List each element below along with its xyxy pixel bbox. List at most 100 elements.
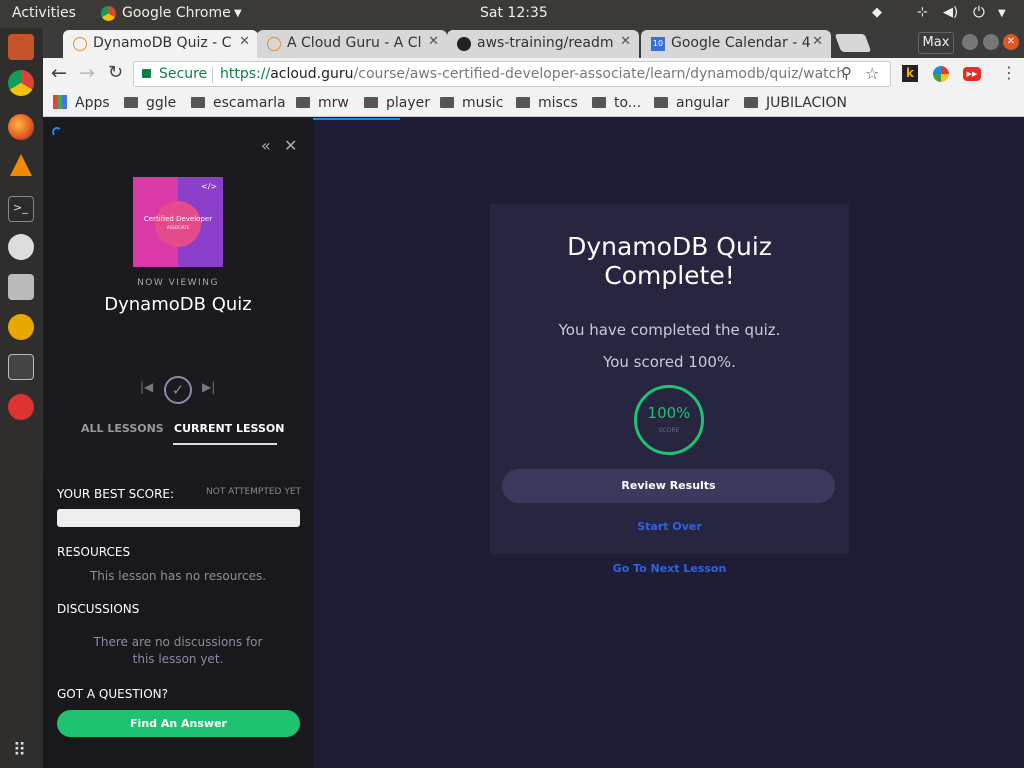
- terminal-icon[interactable]: >_: [8, 196, 34, 222]
- back-icon[interactable]: ←: [51, 62, 67, 84]
- close-window-icon[interactable]: ✕: [1003, 34, 1019, 50]
- address-bar[interactable]: Secure https://acloud.guru/course/aws-ce…: [133, 61, 891, 87]
- clock[interactable]: Sat 12:35: [480, 5, 548, 21]
- tab-aws-training[interactable]: aws-training/readm ✕: [447, 30, 639, 58]
- quiz-title-line2: Complete!: [604, 261, 735, 290]
- bookmark-folder[interactable]: music: [440, 95, 503, 111]
- score-ring: 100% SCORE: [634, 385, 704, 455]
- close-tab-icon[interactable]: ✕: [239, 34, 250, 49]
- bookmark-folder[interactable]: JUBILACION: [744, 95, 847, 111]
- quiz-complete-card: DynamoDB Quiz Complete! You have complet…: [490, 204, 849, 554]
- find-answer-button[interactable]: Find An Answer: [57, 710, 300, 737]
- collapse-sidebar-icon[interactable]: «: [261, 136, 271, 155]
- close-tab-icon[interactable]: ✕: [428, 34, 439, 49]
- score-message: You scored 100%.: [603, 353, 736, 371]
- tab-a-cloud-guru[interactable]: A Cloud Guru - A Cl ✕: [257, 30, 447, 58]
- system-menu-chevron-icon[interactable]: ▼: [998, 8, 1006, 19]
- chevron-down-icon[interactable]: ▼: [234, 8, 242, 19]
- bookmark-folder[interactable]: miscs: [516, 95, 578, 111]
- new-tab-button[interactable]: [834, 34, 872, 52]
- maximize-window-icon[interactable]: [983, 34, 999, 50]
- software-center-icon[interactable]: [8, 234, 34, 260]
- next-lesson-link[interactable]: Go To Next Lesson: [490, 562, 849, 575]
- files-icon[interactable]: [8, 34, 34, 60]
- show-applications-icon[interactable]: ⠿: [13, 740, 26, 761]
- bookmark-folder[interactable]: ggle: [124, 95, 176, 111]
- extension-k-icon[interactable]: k: [902, 65, 918, 82]
- score-value: 100%: [647, 404, 691, 422]
- settings-tools-icon[interactable]: [8, 394, 34, 420]
- download-manager-icon[interactable]: [8, 274, 34, 300]
- menu-kebab-icon[interactable]: ⋮: [1001, 63, 1017, 82]
- lesson-sidebar: « ✕ </> Certified Developer ASSOCIATE NO…: [43, 118, 313, 768]
- system-top-bar: Activities Google Chrome ▼ Sat 12:35 ◆ ⊹…: [0, 0, 1024, 28]
- course-artwork: </> Certified Developer ASSOCIATE: [133, 177, 223, 267]
- discussions-heading: DISCUSSIONS: [57, 602, 140, 616]
- folder-icon: [191, 97, 205, 108]
- extension-youtube-icon[interactable]: ▶▶: [963, 67, 981, 81]
- score-label: SCORE: [658, 427, 680, 434]
- dropbox-icon[interactable]: ◆: [872, 5, 882, 20]
- bookmark-folder[interactable]: escamarla: [191, 95, 286, 111]
- zoom-icon[interactable]: ⚲: [841, 64, 852, 82]
- code-brackets-icon: </>: [201, 182, 218, 191]
- next-lesson-icon[interactable]: ▶|: [202, 380, 215, 394]
- tab-active-underline: [173, 443, 277, 445]
- forward-icon[interactable]: →: [79, 62, 95, 84]
- bookmark-apps[interactable]: Apps: [53, 95, 110, 111]
- network-icon[interactable]: ⊹: [917, 5, 928, 20]
- close-tab-icon[interactable]: ✕: [812, 34, 823, 49]
- tab-current-lesson[interactable]: CURRENT LESSON: [174, 422, 284, 435]
- complete-check-icon[interactable]: ✓: [164, 376, 192, 404]
- activities-button[interactable]: Activities: [12, 5, 76, 21]
- chrome-launcher-icon[interactable]: [8, 70, 34, 96]
- close-icon[interactable]: ✕: [284, 136, 297, 155]
- best-score-bar: [57, 509, 300, 527]
- close-tab-icon[interactable]: ✕: [620, 34, 631, 49]
- previous-lesson-icon[interactable]: |◀: [140, 380, 153, 394]
- artwork-circle: [155, 201, 201, 247]
- calendar-icon: 10: [651, 37, 665, 51]
- folder-icon: [124, 97, 138, 108]
- now-viewing-label: NOW VIEWING: [137, 278, 219, 288]
- bookmarks-bar: Apps ggle escamarla mrw player music mis…: [43, 90, 1024, 117]
- question-heading: GOT A QUESTION?: [57, 687, 168, 701]
- bookmark-folder[interactable]: player: [364, 95, 430, 111]
- bookmark-folder[interactable]: mrw: [296, 95, 349, 111]
- video-editor-icon[interactable]: [8, 354, 34, 380]
- best-score-label: YOUR BEST SCORE:: [57, 487, 175, 501]
- review-results-button[interactable]: Review Results: [502, 469, 835, 503]
- lock-icon: [142, 69, 151, 78]
- url-text: https://acloud.guru/course/aws-certified…: [220, 66, 846, 82]
- folder-icon: [744, 97, 758, 108]
- volume-icon[interactable]: ◀): [943, 5, 958, 20]
- lesson-title: DynamoDB Quiz: [104, 294, 252, 315]
- extension-color-icon[interactable]: [933, 66, 949, 82]
- chrome-icon: [101, 6, 116, 21]
- github-icon: [457, 37, 471, 51]
- apps-grid-icon: [53, 95, 67, 109]
- start-over-link[interactable]: Start Over: [490, 520, 849, 533]
- tab-dynamodb-quiz[interactable]: DynamoDB Quiz - C ✕: [63, 30, 258, 58]
- minimize-window-icon[interactable]: [962, 34, 978, 50]
- profile-button[interactable]: Max: [918, 32, 954, 54]
- browser-toolbar: ← → ↻ Secure https://acloud.guru/course/…: [43, 58, 1024, 90]
- tab-all-lessons[interactable]: ALL LESSONS: [81, 422, 164, 435]
- bookmark-folder[interactable]: angular: [654, 95, 729, 111]
- firefox-icon[interactable]: [8, 114, 34, 140]
- vlc-icon[interactable]: [10, 154, 32, 176]
- bookmark-folder[interactable]: to...: [592, 95, 641, 111]
- completed-message: You have completed the quiz.: [558, 321, 781, 339]
- folder-icon: [364, 97, 378, 108]
- audio-app-icon[interactable]: [8, 314, 34, 340]
- url-divider: [212, 67, 213, 83]
- best-score-status: NOT ATTEMPTED YET: [206, 487, 302, 497]
- app-menu[interactable]: Google Chrome: [122, 5, 231, 21]
- reload-icon[interactable]: ↻: [108, 62, 123, 83]
- folder-icon: [440, 97, 454, 108]
- bookmark-star-icon[interactable]: ☆: [865, 64, 879, 83]
- quiz-title-line1: DynamoDB Quiz: [567, 232, 772, 261]
- tab-google-calendar[interactable]: 10 Google Calendar - 4 ✕: [641, 30, 831, 58]
- discussions-empty-line2: this lesson yet.: [132, 652, 224, 666]
- power-icon[interactable]: ⏻: [973, 3, 985, 21]
